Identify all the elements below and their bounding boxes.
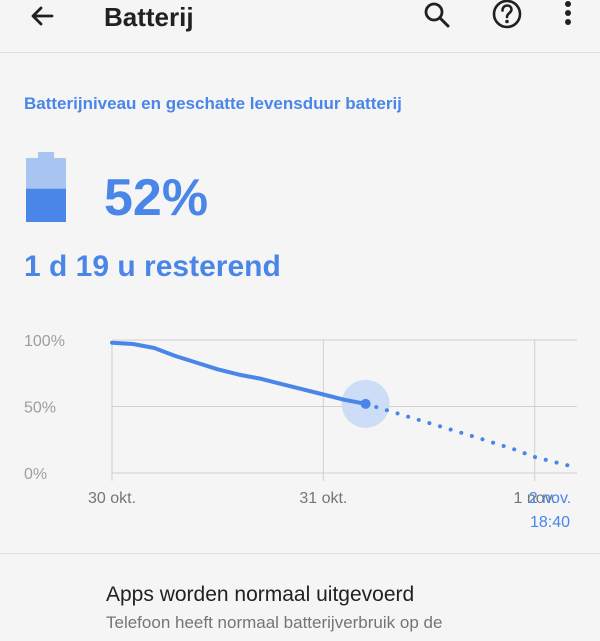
battery-prediction-line [363,401,579,470]
app-toolbar: Batterij [0,0,600,53]
page-title: Batterij [104,2,194,32]
battery-icon [26,152,66,222]
end-time-label: 18:40 [530,514,570,531]
current-level-point [360,398,371,409]
x-tick-label: 30 okt. [88,490,136,507]
battery-history-line [110,340,368,406]
status-description: Telefoon heeft normaal batterijverbruik … [106,613,443,632]
y-tick-label: 0% [24,466,47,483]
y-tick-label: 50% [24,400,56,417]
battery-level: 52% [104,169,209,227]
battery-chart: 100%50%0%30 okt.31 okt.1 nov.2 nov.2 nov… [24,333,579,531]
end-time-label: 2 nov. [529,490,571,507]
battery-fill [26,188,66,222]
more-vert-icon[interactable] [552,0,584,32]
section-title: Batterijniveau en geschatte levensduur b… [24,94,402,113]
help-icon[interactable] [491,0,523,32]
status-title[interactable]: Apps worden normaal uitgevoerd [106,583,414,607]
remaining-time: 1 d 19 u resterend [24,250,281,283]
x-tick-label: 31 okt. [299,490,347,507]
arrow-back-icon[interactable] [26,0,58,32]
divider [0,553,600,554]
search-icon[interactable] [421,0,453,32]
y-tick-label: 100% [24,333,65,350]
